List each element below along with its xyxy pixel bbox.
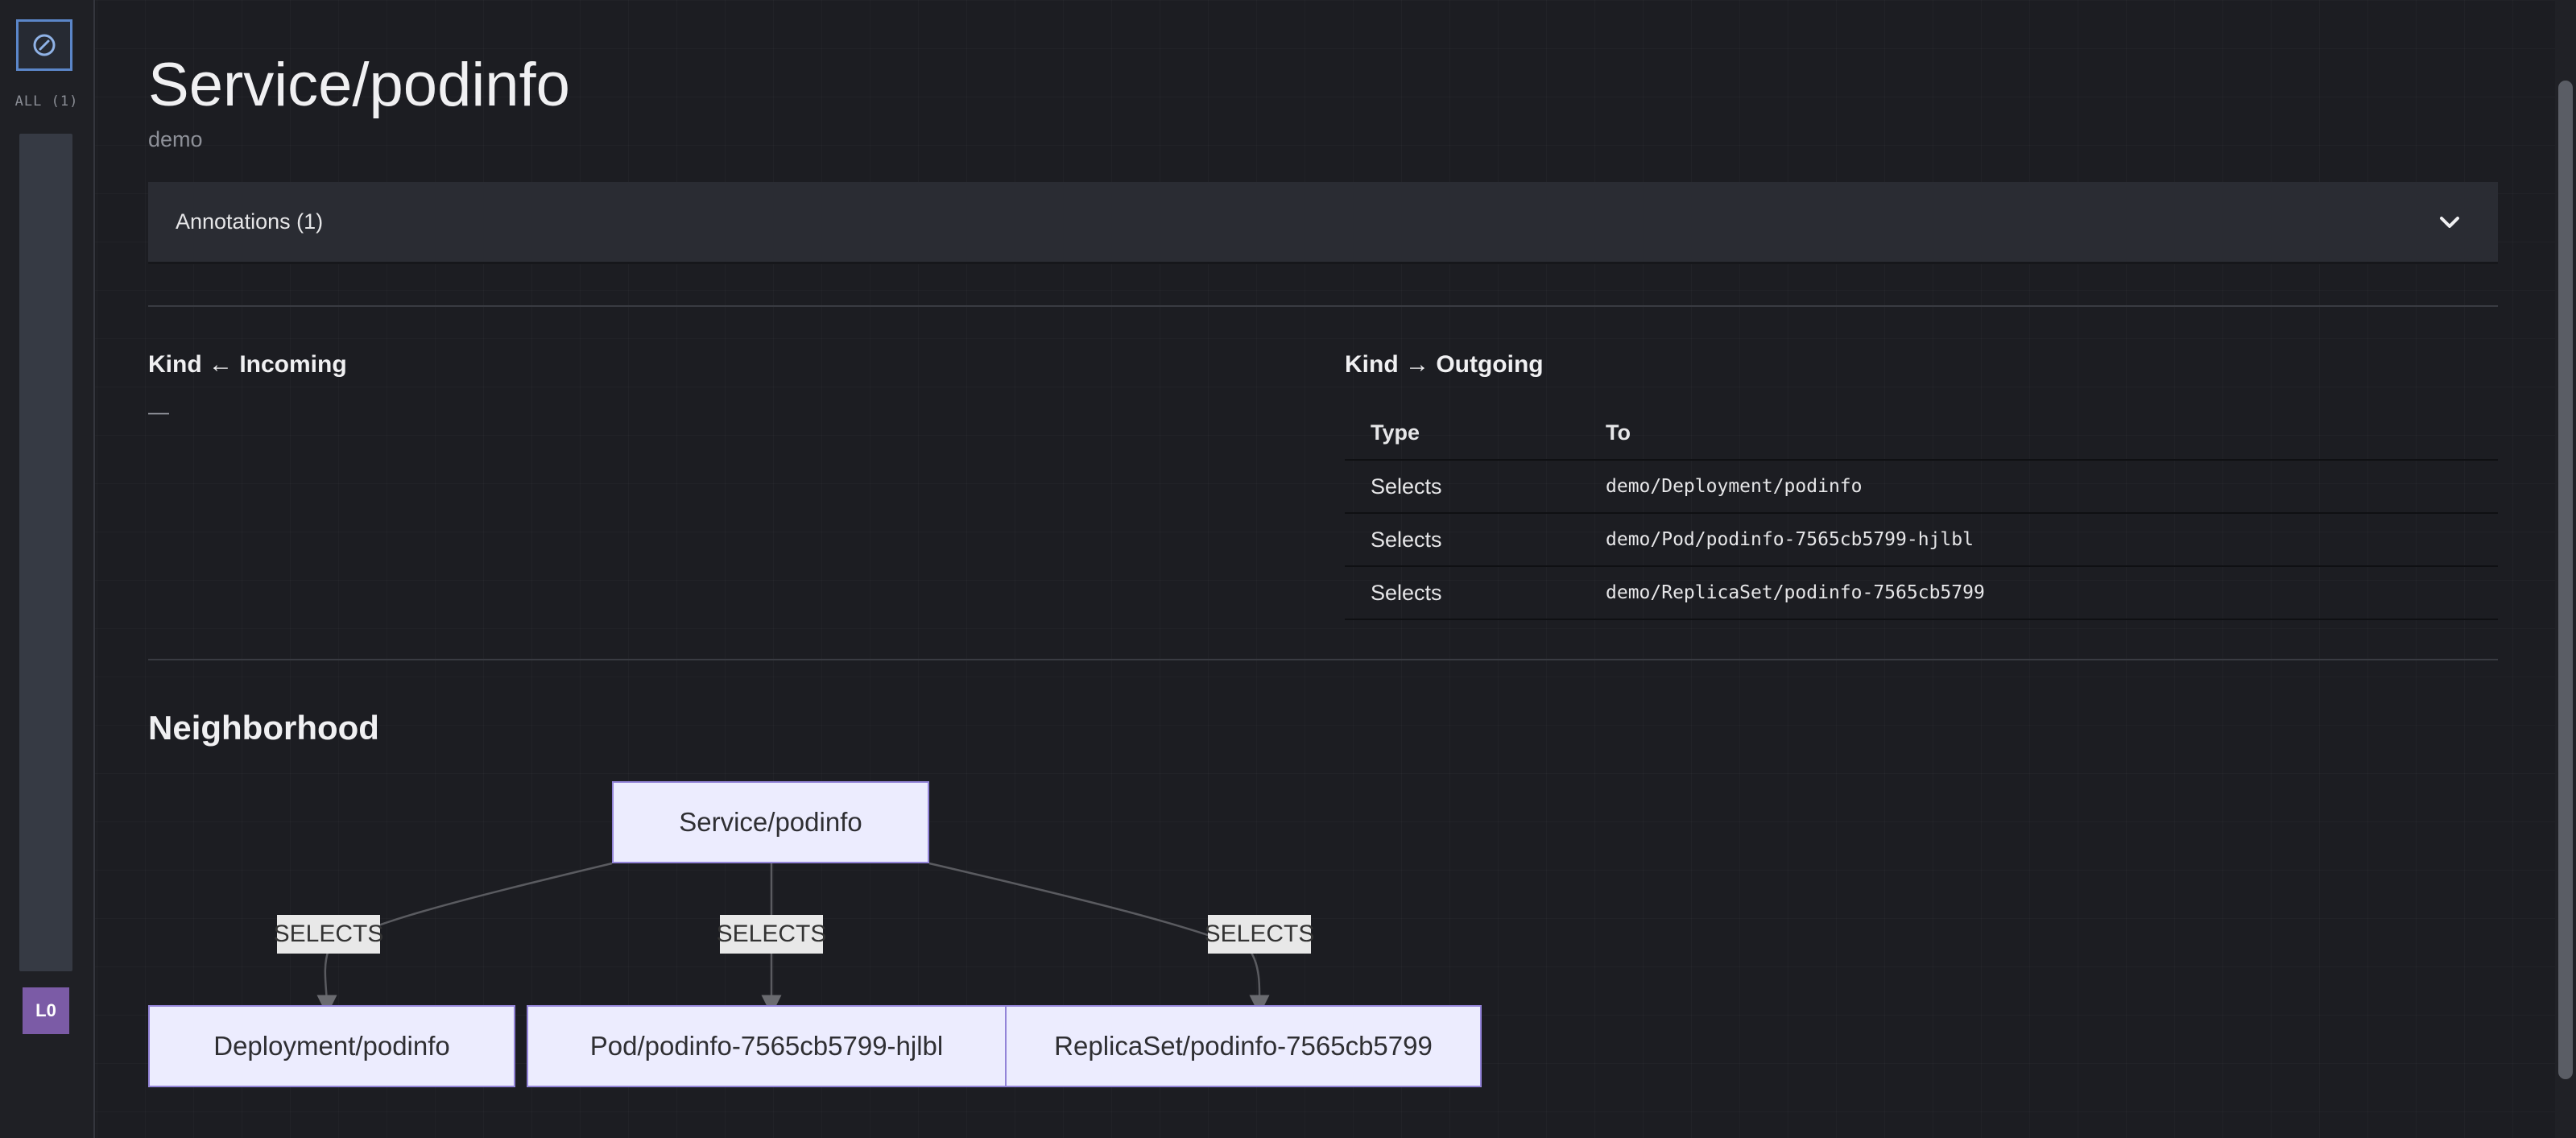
graph-node-replicaset[interactable]: ReplicaSet/podinfo-7565cb5799 (1005, 1005, 1482, 1087)
annotations-label: Annotations (1) (176, 209, 324, 234)
row-target-link[interactable]: demo/Pod/podinfo-7565cb5799-hjlbl (1606, 529, 2498, 550)
layer-toggle-button[interactable] (16, 19, 72, 71)
annotations-accordion[interactable]: Annotations (1) (148, 182, 2498, 264)
row-type: Selects (1371, 580, 1442, 605)
namespace-label: demo (148, 127, 203, 151)
divider (148, 659, 2498, 660)
edge-label: SELECTS (717, 915, 826, 954)
app-root: ALL (1) L0 Service/podinfo demo Annotati… (0, 0, 2576, 1138)
row-type: Selects (1371, 474, 1442, 499)
table-row[interactable]: Selects demo/Deployment/podinfo (1345, 461, 2498, 514)
left-rail: ALL (1) L0 (0, 0, 95, 1138)
row-target-link[interactable]: demo/ReplicaSet/podinfo-7565cb5799 (1606, 582, 2498, 603)
graph-node-deployment[interactable]: Deployment/podinfo (148, 1005, 515, 1087)
row-type: Selects (1371, 527, 1442, 552)
edge-label: SELECTS (274, 915, 383, 954)
outgoing-heading: Kind → Outgoing (1345, 351, 1544, 378)
outgoing-table: Type To Selects demo/Deployment/podinfo … (1345, 406, 2498, 620)
layer-badge[interactable]: L0 (23, 987, 69, 1034)
table-row[interactable]: Selects demo/ReplicaSet/podinfo-7565cb57… (1345, 567, 2498, 620)
rail-track[interactable] (19, 134, 72, 971)
table-row[interactable]: Selects demo/Pod/podinfo-7565cb5799-hjlb… (1345, 514, 2498, 567)
column-header-type: Type (1371, 420, 1420, 445)
divider (148, 305, 2498, 307)
chevron-down-icon[interactable] (2433, 206, 2466, 238)
graph-node-root[interactable]: Service/podinfo (612, 781, 929, 863)
page-title: Service/podinfo (148, 51, 570, 119)
row-target-link[interactable]: demo/Deployment/podinfo (1606, 476, 2498, 497)
incoming-empty: — (148, 399, 169, 424)
rail-all-label[interactable]: ALL (1) (0, 93, 93, 110)
graph-node-pod[interactable]: Pod/podinfo-7565cb5799-hjlbl (527, 1005, 1007, 1087)
compass-icon (33, 34, 56, 56)
edge-label: SELECTS (1205, 915, 1314, 954)
scrollbar-thumb[interactable] (2558, 81, 2573, 1079)
table-header: Type To (1345, 406, 2498, 461)
neighborhood-heading: Neighborhood (148, 709, 379, 747)
column-header-to: To (1606, 420, 1631, 445)
incoming-heading: Kind ← Incoming (148, 351, 347, 378)
vertical-scrollbar[interactable] (2555, 0, 2576, 1138)
